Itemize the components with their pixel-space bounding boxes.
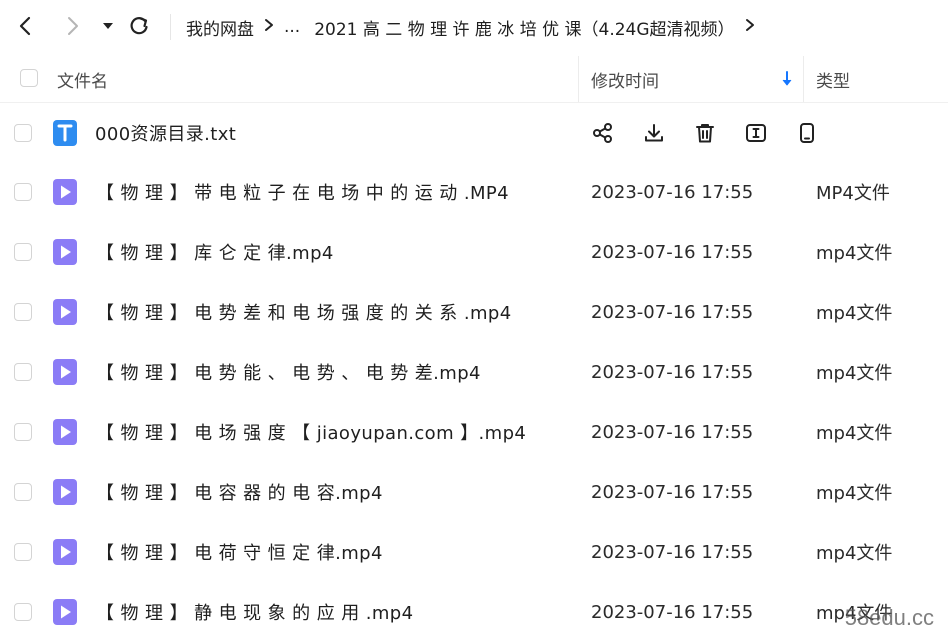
file-name[interactable]: 【 物 理 】 带 电 粒 子 在 电 场 中 的 运 动 .MP4 — [96, 162, 509, 222]
toolbar-divider — [170, 14, 171, 40]
chevron-right-icon — [68, 17, 78, 35]
video-file-icon — [53, 479, 77, 505]
modified-time: 2023-07-16 17:55 — [591, 421, 754, 443]
column-header-type[interactable]: 类型 — [816, 56, 850, 102]
row-checkbox[interactable] — [14, 483, 32, 501]
modified-time: 2023-07-16 17:55 — [591, 181, 754, 203]
modified-time: 2023-07-16 17:55 — [591, 361, 754, 383]
file-name[interactable]: 【 物 理 】 电 荷 守 恒 定 律.mp4 — [96, 522, 383, 582]
row-checkbox[interactable] — [14, 243, 32, 261]
row-checkbox[interactable] — [14, 124, 32, 142]
file-row[interactable]: 【 物 理 】 电 势 能 、 电 势 、 电 势 差.mp4 2023-07-… — [0, 342, 948, 402]
file-name[interactable]: 【 物 理 】 静 电 现 象 的 应 用 .mp4 — [96, 582, 413, 642]
share-button[interactable] — [590, 120, 616, 146]
file-row[interactable]: 【 物 理 】 电 势 差 和 电 场 强 度 的 关 系 .mp4 2023-… — [0, 282, 948, 342]
send-to-phone-button[interactable] — [794, 120, 820, 146]
file-type: MP4文件 — [816, 183, 890, 204]
breadcrumb-more-icon[interactable] — [745, 17, 755, 37]
video-file-icon — [53, 599, 77, 625]
file-name[interactable]: 【 物 理 】 库 仑 定 律.mp4 — [96, 222, 334, 282]
file-name[interactable]: 000资源目录.txt — [95, 103, 236, 163]
row-checkbox[interactable] — [14, 603, 32, 621]
video-file-icon — [53, 179, 77, 205]
modified-time: 2023-07-16 17:55 — [591, 601, 754, 623]
breadcrumb-current[interactable]: 2021 高 二 物 理 许 鹿 冰 培 优 课（4.24G超清视频） — [314, 15, 734, 40]
column-header-modified[interactable]: 修改时间 — [591, 56, 659, 102]
row-actions — [590, 103, 845, 163]
download-button[interactable] — [641, 120, 667, 146]
download-icon — [645, 124, 663, 142]
breadcrumb-ellipsis[interactable]: ... — [284, 17, 300, 37]
file-row[interactable]: 【 物 理 】 电 容 器 的 电 容.mp4 2023-07-16 17:55… — [0, 462, 948, 522]
file-type: mp4文件 — [816, 243, 893, 264]
forward-button[interactable] — [58, 12, 86, 40]
history-dropdown-button[interactable] — [94, 12, 122, 40]
file-row[interactable]: 【 物 理 】 电 荷 守 恒 定 律.mp4 2023-07-16 17:55… — [0, 522, 948, 582]
delete-button[interactable] — [692, 120, 718, 146]
back-button[interactable] — [12, 12, 40, 40]
watermark: 58edu.cc — [844, 605, 934, 630]
file-type: mp4文件 — [816, 483, 893, 504]
file-row[interactable]: 【 物 理 】 带 电 粒 子 在 电 场 中 的 运 动 .MP4 2023-… — [0, 162, 948, 222]
file-type: mp4文件 — [816, 543, 893, 564]
modified-time: 2023-07-16 17:55 — [591, 301, 754, 323]
rename-button[interactable] — [743, 120, 769, 146]
row-checkbox[interactable] — [14, 363, 32, 381]
modified-time: 2023-07-16 17:55 — [591, 541, 754, 563]
file-name[interactable]: 【 物 理 】 电 势 能 、 电 势 、 电 势 差.mp4 — [96, 342, 481, 402]
video-file-icon — [53, 239, 77, 265]
sort-desc-icon[interactable] — [781, 56, 793, 102]
row-checkbox[interactable] — [14, 303, 32, 321]
file-name[interactable]: 【 物 理 】 电 势 差 和 电 场 强 度 的 关 系 .mp4 — [96, 282, 512, 342]
txt-file-icon — [53, 120, 77, 146]
breadcrumb-root[interactable]: 我的网盘 — [186, 15, 254, 40]
column-header-filename[interactable]: 文件名 — [57, 56, 108, 102]
file-name[interactable]: 【 物 理 】 电 容 器 的 电 容.mp4 — [96, 462, 383, 522]
trash-icon — [696, 124, 714, 143]
file-type: mp4文件 — [816, 363, 893, 384]
chevron-left-icon — [19, 16, 31, 36]
share-icon — [593, 123, 612, 143]
file-row[interactable]: 000资源目录.txt — [0, 103, 948, 163]
video-file-icon — [53, 359, 77, 385]
modified-time: 2023-07-16 17:55 — [591, 481, 754, 503]
file-type: mp4文件 — [816, 303, 893, 324]
video-file-icon — [53, 539, 77, 565]
select-all-checkbox[interactable] — [20, 69, 38, 87]
phone-icon — [800, 123, 814, 143]
breadcrumb-separator-icon — [264, 17, 274, 37]
refresh-icon — [130, 17, 148, 35]
file-list-header: 文件名 修改时间 类型 — [0, 56, 948, 103]
file-row[interactable]: 【 物 理 】 静 电 现 象 的 应 用 .mp4 2023-07-16 17… — [0, 582, 948, 642]
row-checkbox[interactable] — [14, 543, 32, 561]
refresh-button[interactable] — [125, 12, 153, 40]
file-row[interactable]: 【 物 理 】 库 仑 定 律.mp4 2023-07-16 17:55 mp4… — [0, 222, 948, 282]
row-checkbox[interactable] — [14, 183, 32, 201]
column-divider[interactable] — [578, 56, 579, 102]
modified-time: 2023-07-16 17:55 — [591, 241, 754, 263]
video-file-icon — [53, 419, 77, 445]
file-type: mp4文件 — [816, 423, 893, 444]
file-row[interactable]: 【 物 理 】 电 场 强 度 【 jiaoyupan.com 】.mp4 20… — [0, 402, 948, 462]
rename-icon — [746, 124, 766, 142]
toolbar: 我的网盘 ... 2021 高 二 物 理 许 鹿 冰 培 优 课（4.24G超… — [0, 0, 948, 54]
breadcrumb: 我的网盘 ... 2021 高 二 物 理 许 鹿 冰 培 优 课（4.24G超… — [186, 0, 765, 54]
column-divider[interactable] — [803, 56, 804, 102]
row-checkbox[interactable] — [14, 423, 32, 441]
video-file-icon — [53, 299, 77, 325]
caret-down-icon — [103, 23, 113, 29]
file-name[interactable]: 【 物 理 】 电 场 强 度 【 jiaoyupan.com 】.mp4 — [96, 402, 526, 462]
